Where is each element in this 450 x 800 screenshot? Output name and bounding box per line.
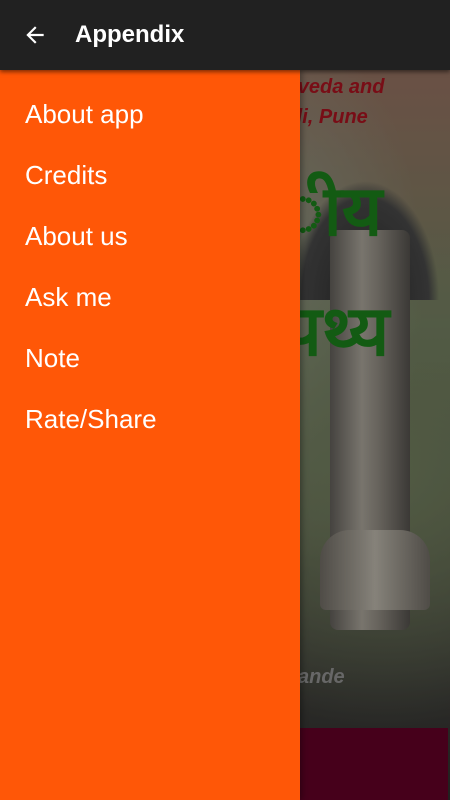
app-bar: Appendix [0,0,450,70]
drawer-item-credits[interactable]: Credits [0,145,300,206]
drawer-item-rate-share[interactable]: Rate/Share [0,389,300,450]
navigation-drawer: About app Credits About us Ask me Note R… [0,70,300,800]
drawer-item-about-app[interactable]: About app [0,84,300,145]
page-title: Appendix [75,21,185,48]
back-button[interactable] [0,0,70,70]
drawer-item-note[interactable]: Note [0,328,300,389]
drawer-item-ask-me[interactable]: Ask me [0,267,300,328]
drawer-item-about-us[interactable]: About us [0,206,300,267]
arrow-back-icon [26,26,44,44]
